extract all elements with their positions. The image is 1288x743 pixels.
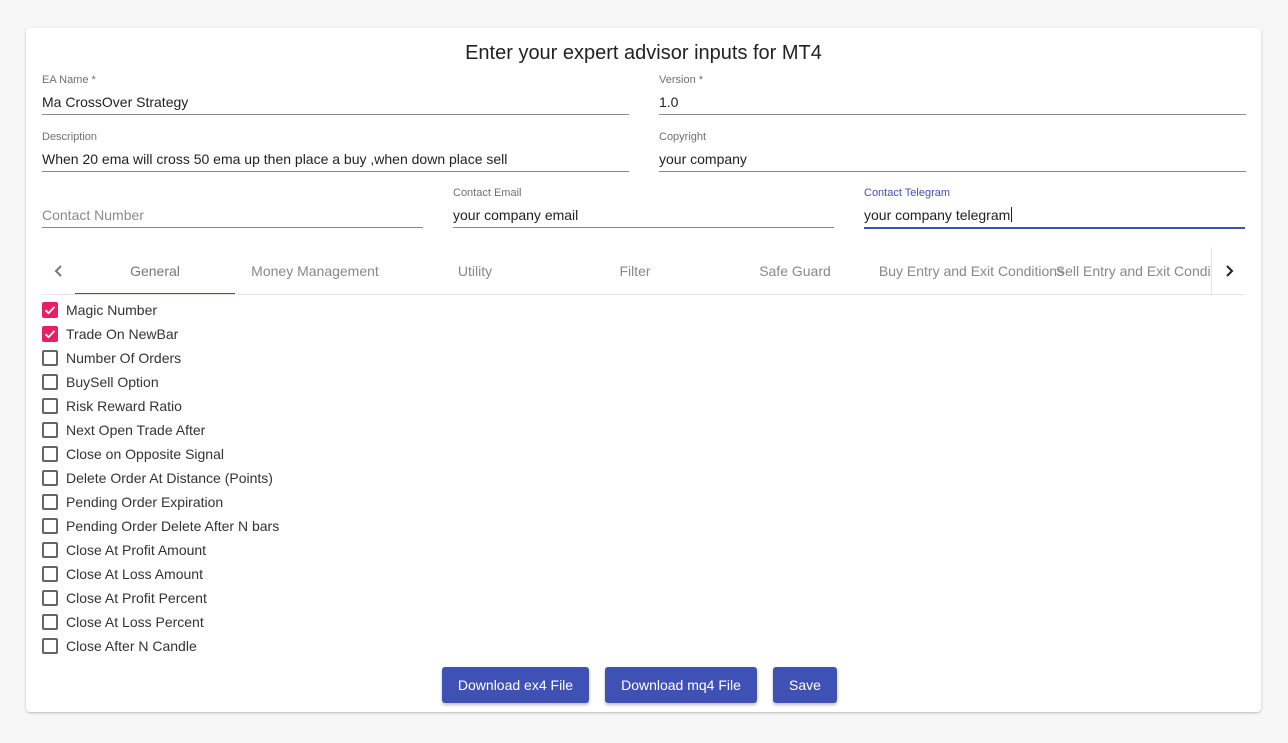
option-label: Delete Order At Distance (Points) (66, 470, 273, 486)
tab-utility[interactable]: Utility (395, 247, 555, 294)
option-checkbox[interactable] (42, 326, 58, 342)
tab-label: Money Management (251, 262, 379, 279)
option-checkbox[interactable] (42, 614, 58, 630)
option-checkbox[interactable] (42, 518, 58, 534)
check-icon (44, 330, 56, 339)
ea-name-value: Ma CrossOver Strategy (42, 94, 189, 110)
option-checkbox[interactable] (42, 542, 58, 558)
contact-number-placeholder: Contact Number (42, 207, 144, 223)
option-label: Pending Order Delete After N bars (66, 518, 280, 534)
option-checkbox[interactable] (42, 494, 58, 510)
option-checkbox[interactable] (42, 566, 58, 582)
chevron-left-icon (54, 264, 62, 277)
option-label: Close At Loss Amount (66, 566, 203, 582)
tab-money-management[interactable]: Money Management (235, 247, 395, 294)
chevron-right-icon (1225, 264, 1233, 277)
option-checkbox[interactable] (42, 350, 58, 366)
tab-scroll-right-button[interactable] (1212, 247, 1245, 294)
option-row[interactable]: Close At Profit Amount (42, 538, 279, 562)
tab-bar: General Money Management Utility Filter Safe… (42, 247, 1245, 295)
download-ex4-button[interactable]: Download ex4 File (442, 667, 589, 703)
contact-email-field[interactable]: Contact Email your company email (453, 187, 834, 228)
option-label: Close After N Candle (66, 638, 197, 654)
option-checkbox[interactable] (42, 638, 58, 654)
tab-label: Filter (619, 262, 651, 279)
option-label: Close At Loss Percent (66, 614, 204, 630)
option-label: Number Of Orders (66, 350, 182, 366)
tab-filter[interactable]: Filter (555, 247, 715, 294)
option-checkbox[interactable] (42, 470, 58, 486)
version-label: Version * (659, 74, 704, 86)
option-row[interactable]: Close on Opposite Signal (42, 442, 279, 466)
option-row[interactable]: Close At Loss Percent (42, 610, 279, 634)
option-checkbox[interactable] (42, 422, 58, 438)
option-row[interactable]: Delete Order At Distance (Points) (42, 466, 279, 490)
tab-buy-entry-and-exit-conditions[interactable]: Buy Entry and Exit Conditions (875, 247, 1068, 294)
option-label: Next Open Trade After (66, 422, 206, 438)
tab-label: General (130, 262, 180, 279)
option-checkbox[interactable] (42, 398, 58, 414)
tab-label: Sell Entry and Exit Conditions (1055, 262, 1212, 279)
option-label: Trade On NewBar (66, 326, 179, 342)
tab-track: General Money Management Utility Filter Safe… (75, 247, 1212, 294)
option-row[interactable]: Close After N Candle (42, 634, 279, 658)
tab-general[interactable]: General (75, 247, 235, 294)
option-row[interactable]: Close At Loss Amount (42, 562, 279, 586)
copyright-label: Copyright (659, 131, 707, 143)
option-row[interactable]: Pending Order Delete After N bars (42, 514, 279, 538)
version-value: 1.0 (659, 94, 679, 110)
check-icon (44, 306, 56, 315)
option-checkbox[interactable] (42, 302, 58, 318)
option-row[interactable]: BuySell Option (42, 370, 279, 394)
option-row[interactable]: Number Of Orders (42, 346, 279, 370)
option-row[interactable]: Close At Profit Percent (42, 586, 279, 610)
option-label: Magic Number (66, 302, 158, 318)
tab-strip: General Money Management Utility Filter Safe… (75, 247, 1212, 294)
option-label: Risk Reward Ratio (66, 398, 182, 414)
option-row[interactable]: Trade On NewBar (42, 322, 279, 346)
tab-scroll-left-button[interactable] (42, 247, 75, 294)
contact-telegram-label: Contact Telegram (864, 187, 951, 199)
option-label: Close At Profit Percent (66, 590, 207, 606)
general-options-list: Magic Number Trade On NewBar Number Of Ord… (42, 298, 279, 658)
tab-label: Utility (457, 262, 493, 279)
ea-name-label: EA Name * (42, 74, 96, 86)
option-label: Close on Opposite Signal (66, 446, 224, 462)
download-mq4-button[interactable]: Download mq4 File (605, 667, 757, 703)
description-field[interactable]: Description When 20 ema will cross 50 em… (42, 131, 629, 172)
copyright-value: your company (659, 151, 747, 167)
page-title: Enter your expert advisor inputs for MT4 (465, 42, 822, 64)
ea-name-field[interactable]: EA Name * Ma CrossOver Strategy (42, 74, 629, 115)
description-label: Description (42, 131, 98, 143)
option-label: BuySell Option (66, 374, 159, 390)
option-checkbox[interactable] (42, 374, 58, 390)
text-caret (1011, 207, 1013, 222)
tab-sell-entry-and-exit-conditions[interactable]: Sell Entry and Exit Conditions (1056, 247, 1212, 294)
contact-number-field[interactable]: Contact Number (42, 187, 423, 228)
option-row[interactable]: Next Open Trade After (42, 418, 279, 442)
tab-label: Safe Guard (759, 262, 831, 279)
option-label: Close At Profit Amount (66, 542, 207, 558)
contact-telegram-field[interactable]: Contact Telegram your company telegram (864, 187, 1245, 229)
tab-label: Buy Entry and Exit Conditions (878, 262, 1065, 279)
contact-email-label: Contact Email (453, 187, 522, 199)
contact-telegram-value-wrap: your company telegram (864, 207, 1013, 223)
contact-telegram-value: your company telegram (864, 207, 1011, 223)
tab-safe-guard[interactable]: Safe Guard (715, 247, 875, 294)
description-value: When 20 ema will cross 50 ema up then pl… (42, 151, 508, 167)
option-row[interactable]: Magic Number (42, 298, 279, 322)
save-button[interactable]: Save (773, 667, 837, 703)
option-row[interactable]: Risk Reward Ratio (42, 394, 279, 418)
version-field[interactable]: Version * 1.0 (659, 74, 1246, 115)
option-label: Pending Order Expiration (66, 494, 224, 510)
option-row[interactable]: Pending Order Expiration (42, 490, 279, 514)
copyright-field[interactable]: Copyright your company (659, 131, 1246, 172)
option-checkbox[interactable] (42, 590, 58, 606)
ea-form-card: Enter your expert advisor inputs for MT4… (26, 28, 1261, 712)
option-checkbox[interactable] (42, 446, 58, 462)
contact-email-value: your company email (453, 207, 579, 223)
